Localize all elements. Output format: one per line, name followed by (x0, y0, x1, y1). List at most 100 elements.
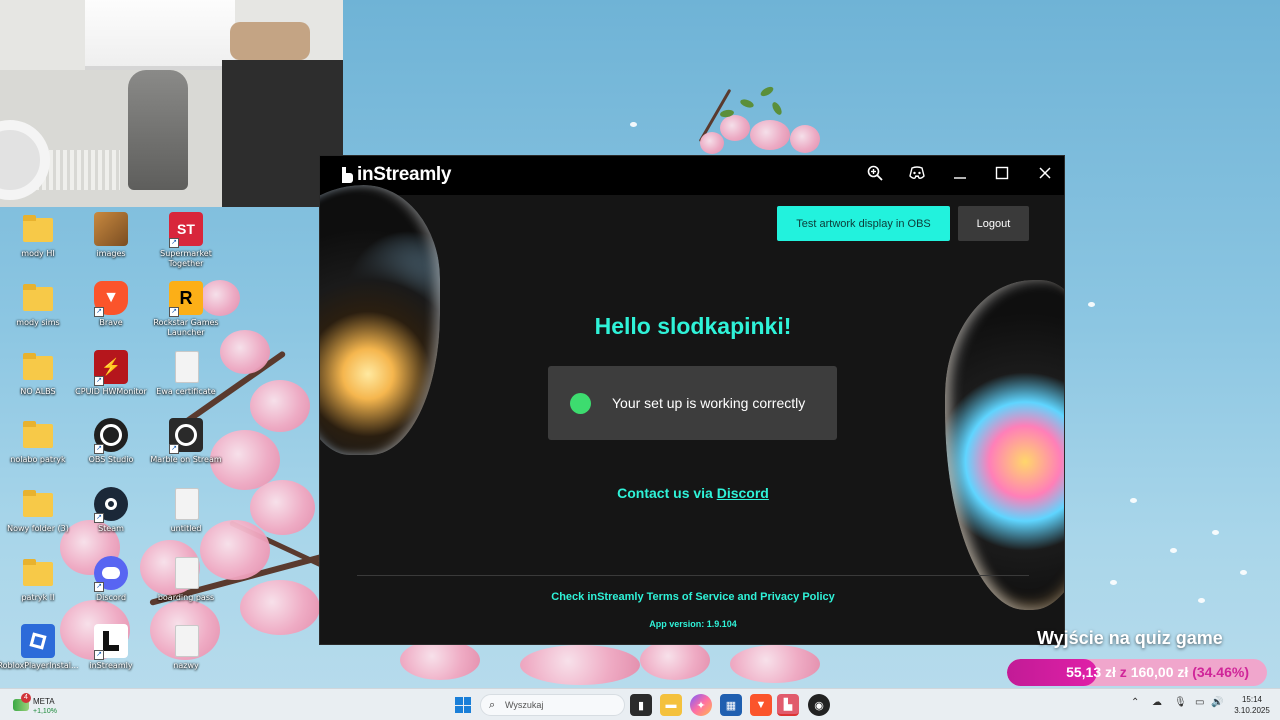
obs-taskbar-button[interactable]: ◉ (808, 694, 830, 716)
app-version: App version: 1.9.104 (649, 619, 737, 629)
desktop-icon-hwmonitor[interactable]: ⚡ ↗ CPUID HWMonitor (73, 350, 149, 397)
quiz-percent: (34.46%) (1192, 664, 1249, 680)
desktop-icon-text-file[interactable]: nazwy (148, 624, 224, 671)
desktop-icon-images[interactable]: images (73, 212, 149, 259)
desktop-icon-supermarket[interactable]: ST ↗ Supermarket Together (148, 212, 224, 269)
clock[interactable]: 15:14 3.10.2025 (1232, 694, 1272, 716)
discord-button[interactable] (903, 162, 931, 188)
desktop-icon-folder[interactable]: mody HI (0, 212, 76, 259)
roblox-icon (21, 624, 55, 658)
file-icon (169, 556, 203, 590)
maximize-button[interactable] (988, 162, 1016, 188)
desktop-icon-label: nolabo patryk (10, 455, 66, 464)
desktop-icon-discord[interactable]: ↗ Discord (73, 556, 149, 603)
desktop-icon-label: Discord (95, 593, 127, 602)
desktop-icon-label: mody sims (16, 318, 60, 327)
desktop-icon-brave[interactable]: ▼ ↗ Brave (73, 281, 149, 328)
rockstar-icon: R ↗ (169, 281, 203, 317)
desktop-icon-label: inStreamly (89, 661, 133, 670)
zoom-button[interactable] (861, 162, 889, 188)
brave-button[interactable]: ▼ (750, 694, 772, 716)
quiz-progress-bar: 55,13 zł z 160,00 zł (34.46%) (1007, 659, 1267, 686)
copilot-icon: ✦ (696, 699, 706, 712)
webcam-feed (0, 0, 343, 207)
search-box[interactable]: ⌕ Wyszukaj (480, 694, 625, 716)
desktop-icon-instreamly[interactable]: ↗ inStreamly (73, 624, 149, 671)
task-view-icon: ▮ (637, 699, 645, 712)
marbles-icon: ↗ (169, 418, 203, 454)
folder-icon (21, 556, 55, 590)
file-icon (169, 350, 203, 384)
status-indicator-icon (570, 393, 591, 414)
divider (357, 575, 1029, 576)
contact-prefix: Contact us via (617, 485, 717, 501)
desktop-icon-label: boarding pass (157, 593, 215, 602)
instreamly-window: inStreamly Test artwork display in OBS L… (319, 155, 1065, 645)
desktop-icon-folder[interactable]: mody sims (0, 281, 76, 328)
folder-icon (21, 350, 55, 384)
desktop-icon-folder[interactable]: NO ALBS (0, 350, 76, 397)
volume-icon[interactable]: 🔊 (1211, 697, 1223, 708)
copilot-button[interactable]: ✦ (690, 694, 712, 716)
hwmonitor-icon: ⚡ ↗ (94, 350, 128, 386)
image-thumbnail-icon (94, 212, 128, 246)
quiz-goal: 160,00 zł (1130, 664, 1189, 680)
desktop-icon-label: Brave (99, 318, 123, 327)
task-view-button[interactable]: ▮ (630, 694, 652, 716)
instreamly-taskbar-button[interactable]: ▙ (777, 694, 799, 716)
text-file-icon (169, 624, 203, 658)
desktop-icon-obs[interactable]: ↗ OBS Studio (73, 418, 149, 465)
desktop-icon-label: NO ALBS (20, 387, 56, 396)
obs-icon: ↗ (94, 418, 128, 454)
store-button[interactable]: ▦ (720, 694, 742, 716)
desktop-icon-label: mody HI (21, 249, 55, 258)
desktop-icon-rockstar[interactable]: R ↗ Rockstar Games Launcher (148, 281, 224, 338)
folder-icon (21, 281, 55, 315)
instreamly-icon: ▙ (783, 698, 793, 711)
desktop-icon-folder[interactable]: patryk II (0, 556, 76, 603)
terms-link[interactable]: Check inStreamly Terms of Service and Pr… (320, 591, 1064, 603)
maximize-icon (995, 166, 1009, 184)
network-icon[interactable]: ▭ (1195, 697, 1204, 708)
desktop-icon-label: OBS Studio (88, 455, 134, 464)
close-button[interactable] (1031, 162, 1059, 188)
stock-widget[interactable]: 4 META +1,10% (13, 693, 63, 717)
desktop-icon-file[interactable]: boarding pass (148, 556, 224, 603)
desktop-icon-label: untitled (170, 524, 202, 533)
quiz-separator: z (1119, 664, 1127, 680)
desktop-icon-steam[interactable]: ↗ Steam (73, 487, 149, 534)
desktop-icon-label: images (96, 249, 126, 258)
status-text: Your set up is working correctly (612, 395, 806, 411)
brave-icon: ▼ (755, 699, 767, 711)
desktop-icon-label: Rockstar Games Launcher (153, 318, 219, 337)
folder-icon: ▬ (665, 699, 677, 711)
start-button[interactable] (455, 697, 471, 713)
microphone-icon[interactable]: 🎙 (1174, 697, 1187, 708)
greeting-heading: Hello slodkapinki! (594, 313, 792, 339)
discord-link[interactable]: Discord (717, 485, 769, 501)
desktop-icon-folder[interactable]: Nowy folder (3) (0, 487, 76, 534)
minimize-button[interactable] (946, 162, 974, 188)
search-icon: ⌕ (489, 699, 496, 711)
app-content: Test artwork display in OBS Logout Hello… (320, 185, 1064, 644)
discord-icon (909, 166, 925, 184)
quiz-progress-text: 55,13 zł z 160,00 zł (34.46%) (1007, 664, 1249, 680)
logout-button[interactable]: Logout (958, 206, 1029, 241)
desktop-icon-file[interactable]: untitled (148, 487, 224, 534)
onedrive-icon[interactable]: ☁ (1152, 697, 1162, 708)
supermarket-together-icon: ST ↗ (169, 212, 203, 248)
desktop-icon-marbles[interactable]: ↗ Marble on Stream (148, 418, 224, 465)
desktop-icon-roblox[interactable]: RobloxPlayerInstal... (0, 624, 79, 671)
desktop-icon-file[interactable]: Ewa certificate (148, 350, 224, 397)
test-artwork-button[interactable]: Test artwork display in OBS (777, 206, 950, 241)
clock-time: 15:14 (1241, 695, 1263, 704)
instreamly-icon: ↗ (94, 624, 128, 660)
file-explorer-button[interactable]: ▬ (660, 694, 682, 716)
desktop-icon-folder[interactable]: nolabo patryk (0, 418, 76, 465)
status-card: Your set up is working correctly (548, 366, 837, 440)
desktop-icon-label: Marble on Stream (150, 455, 222, 464)
discord-icon: ↗ (94, 556, 128, 592)
taskbar: 4 META +1,10% ⌕ Wyszukaj ▮ ▬ ✦ ▦ ▼ ▙ ◉ ⌃… (0, 688, 1280, 720)
title-bar[interactable]: inStreamly (320, 156, 1064, 195)
show-hidden-icons[interactable]: ⌃ (1131, 697, 1139, 708)
